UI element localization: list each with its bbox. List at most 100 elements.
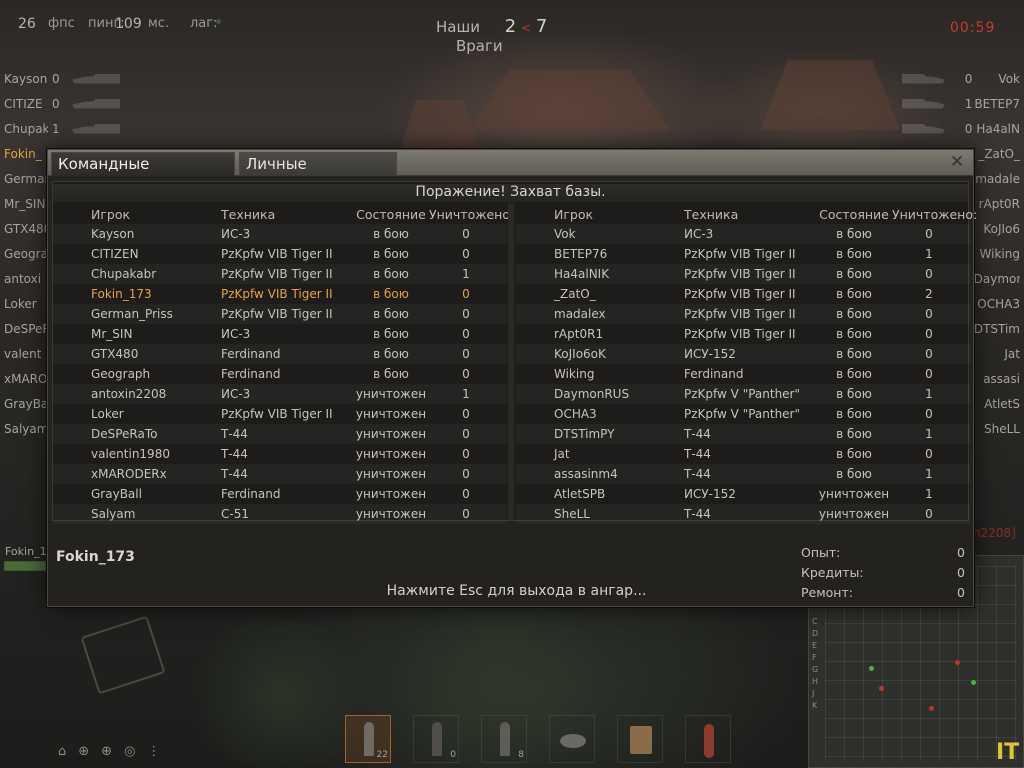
kills-cell: 0 [925, 327, 933, 341]
table-row[interactable]: DaymonRUS PzKpfw V "Panther" в бою 1 [516, 384, 970, 404]
kills-cell: 0 [925, 407, 933, 421]
sight-icon[interactable]: ⊕ [101, 744, 112, 759]
side-player-name: GTX480 [4, 221, 48, 236]
kills-cell: 0 [462, 347, 470, 361]
vehicle-cell: PzKpfw VIB Tiger II [684, 287, 796, 301]
player-name-cell: AtletSPB [554, 487, 606, 501]
table-row[interactable]: Loker PzKpfw VIB Tiger II уничтожен 0 [53, 404, 507, 424]
side-player-name: Wiking [979, 246, 1020, 261]
table-row[interactable]: Kayson ИС-3 в бою 0 [53, 224, 507, 244]
table-row[interactable]: BETEP76 PzKpfw VIB Tiger II в бою 1 [516, 244, 970, 264]
enemy-side-row[interactable]: 0 Ha4alN [890, 116, 1024, 141]
ally-side-row[interactable]: CITIZE 0 [4, 91, 144, 116]
table-row[interactable]: DeSPeRaTo Т-44 уничтожен 0 [53, 424, 507, 444]
ally-team-table: Игрок Техника Состояние Уничтожено: Kayson ИС… [53, 204, 515, 524]
state-cell: уничтожен [355, 407, 427, 421]
table-row[interactable]: Jat Т-44 в бою 0 [516, 444, 970, 464]
settings-icon[interactable]: ⋮ [147, 744, 160, 759]
table-row[interactable]: GrayBall Ferdinand уничтожен 0 [53, 484, 507, 504]
player-name-cell: valentin1980 [91, 447, 170, 461]
table-row[interactable]: _ZatO_ PzKpfw VIB Tiger II в бою 2 [516, 284, 970, 304]
state-cell: в бою [836, 427, 872, 441]
player-name-cell: Salyam [91, 507, 136, 521]
ammo-count: 22 [376, 750, 388, 760]
player-name-cell: assasinm4 [554, 467, 618, 481]
side-player-name: CITIZE [4, 96, 43, 111]
player-name-cell: Vok [554, 227, 576, 241]
table-row[interactable]: Chupakabr PzKpfw VIB Tiger II в бою 1 [53, 264, 507, 284]
bottom-left-icons: ⌂ ⊕ ⊕ ◎ ⋮ [58, 744, 160, 759]
state-cell: в бою [373, 347, 409, 361]
vehicle-cell: Т-44 [684, 467, 711, 481]
player-name-cell: German_Priss [91, 307, 173, 321]
minimap-row-label: F [812, 653, 817, 662]
headset-icon[interactable]: ◎ [124, 744, 135, 759]
kills-cell: 0 [462, 447, 470, 461]
player-name-cell: madalex [554, 307, 606, 321]
tab-team-achievements[interactable]: Командные достижения [51, 152, 235, 196]
fps-label: фпс [48, 16, 75, 31]
kills-cell: 1 [462, 387, 470, 401]
binoculars-icon[interactable]: ⌂ [58, 744, 66, 759]
table-row[interactable]: GTX480 Ferdinand в бою 0 [53, 344, 507, 364]
vehicle-cell: PzKpfw VIB Tiger II [684, 247, 796, 261]
ammo-slot-2[interactable]: 0 [413, 715, 459, 763]
table-row[interactable]: xMARODERx Т-44 уничтожен 0 [53, 464, 507, 484]
table-row[interactable]: Mr_SIN ИС-3 в бою 0 [53, 324, 507, 344]
ammo-slot-1[interactable]: 22 [345, 715, 391, 763]
table-row[interactable]: Fokin_173 PzKpfw VIB Tiger II в бою 0 [53, 284, 507, 304]
side-player-name: Mr_SIN [4, 196, 46, 211]
kills-cell: 0 [925, 347, 933, 361]
tank-silhouette-icon [72, 98, 120, 109]
table-row[interactable]: Vok ИС-3 в бою 0 [516, 224, 970, 244]
column-header-kills: Уничтожено: [429, 207, 515, 222]
ammo-slot-3[interactable]: 8 [481, 715, 527, 763]
table-row[interactable]: assasinm4 Т-44 в бою 1 [516, 464, 970, 484]
table-row[interactable]: rApt0R1 PzKpfw VIB Tiger II в бою 0 [516, 324, 970, 344]
consumable-slot-extinguisher[interactable] [685, 715, 731, 763]
table-row[interactable]: DTSTimPY Т-44 в бою 1 [516, 424, 970, 444]
table-row[interactable]: valentin1980 Т-44 уничтожен 0 [53, 444, 507, 464]
player-name-cell: Wiking [554, 367, 595, 381]
side-player-name: DeSPeR [4, 321, 48, 336]
consumable-slot-repair-kit[interactable] [549, 715, 595, 763]
state-cell: уничтожен [355, 447, 427, 461]
score-ours: 2 [504, 16, 517, 37]
reward-stat-label: Кредиты: [801, 565, 864, 580]
tab-personal-achievements[interactable]: Личные достижения [239, 152, 397, 196]
table-row[interactable]: SheLL Т-44 уничтожен 0 [516, 504, 970, 524]
table-row[interactable]: German_Priss PzKpfw VIB Tiger II в бою 0 [53, 304, 507, 324]
vehicle-cell: PzKpfw VIB Tiger II [221, 247, 333, 261]
consumable-slot-medkit[interactable] [617, 715, 663, 763]
table-row[interactable]: Geograph Ferdinand в бою 0 [53, 364, 507, 384]
table-row[interactable]: Wiking Ferdinand в бою 0 [516, 364, 970, 384]
column-header-state: Состояние [819, 207, 889, 222]
minimap-row-label: D [812, 629, 819, 638]
table-row[interactable]: OCHA3 PzKpfw V "Panther" в бою 0 [516, 404, 970, 424]
side-player-name: BETEP7 [974, 96, 1020, 111]
player-name-cell: GTX480 [91, 347, 139, 361]
table-row[interactable]: KoJIo6oK ИСУ-152 в бою 0 [516, 344, 970, 364]
minimap-row-label: K [812, 701, 818, 710]
ally-side-row[interactable]: Chupak 1 [4, 116, 144, 141]
chat-fragment: n2208] [973, 526, 1016, 540]
state-cell: в бою [836, 467, 872, 481]
table-row[interactable]: CITIZEN PzKpfw VIB Tiger II в бою 0 [53, 244, 507, 264]
enemy-side-row[interactable]: 1 BETEP7 [890, 91, 1024, 116]
table-row[interactable]: madalex PzKpfw VIB Tiger II в бою 0 [516, 304, 970, 324]
vehicle-cell: ИС-3 [221, 327, 251, 341]
minimap-row-labels: CDEFGHJK [812, 616, 818, 712]
close-icon[interactable]: ✕ [947, 152, 967, 172]
lag-indicator-icon [216, 19, 221, 24]
table-row[interactable]: antoxin2208 ИС-3 уничтожен 1 [53, 384, 507, 404]
table-row[interactable]: Ha4alNIK PzKpfw VIB Tiger II в бою 0 [516, 264, 970, 284]
side-player-kills: 1 [52, 121, 60, 136]
enemy-side-row[interactable]: 0 Vok [890, 66, 1024, 91]
table-row[interactable]: AtletSPB ИСУ-152 уничтожен 1 [516, 484, 970, 504]
state-cell: в бою [836, 267, 872, 281]
player-name-cell: Chupakabr [91, 267, 157, 281]
state-cell: в бою [373, 227, 409, 241]
crosshair-icon[interactable]: ⊕ [78, 744, 89, 759]
ally-side-row[interactable]: Kayson 0 [4, 66, 144, 91]
table-row[interactable]: Salyam С-51 уничтожен 0 [53, 504, 507, 524]
